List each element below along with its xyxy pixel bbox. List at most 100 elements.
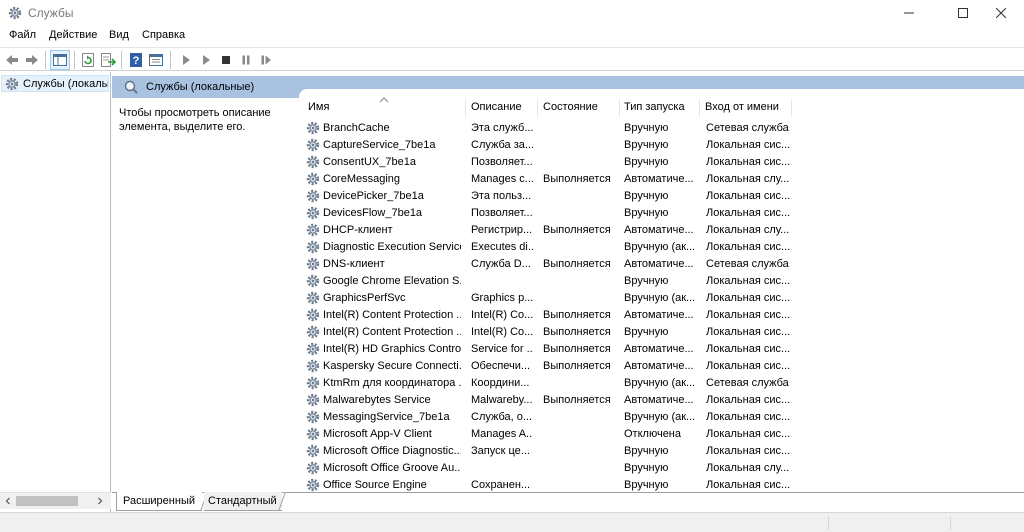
services-gear-icon <box>5 77 19 90</box>
service-startup-type: Вручную <box>624 462 669 474</box>
service-row[interactable]: CaptureService_7be1a Служба за... Вручную Л… <box>299 137 1005 154</box>
title-bar: Службы <box>0 0 1024 26</box>
menu-help[interactable]: Справка <box>142 29 185 41</box>
service-row[interactable]: Intel(R) HD Graphics Contro... Service fo… <box>299 341 1005 358</box>
description-pane: Чтобы просмотреть описание элемента, выд… <box>112 98 298 492</box>
service-description: Служба за... <box>471 139 533 151</box>
column-header-name[interactable]: Имя <box>303 97 463 119</box>
export-list-icon <box>101 53 116 67</box>
service-name: CaptureService_7be1a <box>323 139 436 151</box>
service-description: Intel(R) Co... <box>471 326 533 338</box>
stop-service-icon <box>222 56 230 64</box>
service-startup-type: Автоматиче... <box>624 309 694 321</box>
service-name: BranchCache <box>323 122 390 134</box>
service-logon-as: Локальная сис... <box>706 411 791 423</box>
export-list-button[interactable] <box>98 50 118 70</box>
service-logon-as: Локальная сис... <box>706 394 791 406</box>
status-bar-segment <box>950 516 951 530</box>
service-logon-as: Локальная сис... <box>706 428 791 440</box>
service-row[interactable]: Google Chrome Elevation S... Вручную Локал… <box>299 273 1005 290</box>
tab-extended[interactable]: Расширенный <box>116 492 202 511</box>
service-row[interactable]: DHCP-клиент Регистрир... Выполняется Автома… <box>299 222 1005 239</box>
stop-service-button[interactable] <box>216 50 236 70</box>
tree-item-local-services[interactable]: Службы (локалы <box>1 75 109 92</box>
service-startup-type: Вручную <box>624 156 669 168</box>
service-gear-icon <box>306 206 320 220</box>
service-row[interactable]: Microsoft Office Groove Au... Вручную Лока… <box>299 460 1005 477</box>
service-status: Выполняется <box>543 224 611 236</box>
start-service-button[interactable] <box>176 50 196 70</box>
service-row[interactable]: DNS-клиент Служба D... Выполняется Автомати… <box>299 256 1005 273</box>
service-description: Координи... <box>471 377 530 389</box>
service-status: Выполняется <box>543 309 611 321</box>
column-divider[interactable] <box>791 99 792 117</box>
service-row[interactable]: Microsoft App-V Client Manages A... Отключ… <box>299 426 1005 443</box>
start-service-alt-button[interactable] <box>196 50 216 70</box>
scroll-right-arrow-icon[interactable] <box>94 495 106 507</box>
service-startup-type: Автоматиче... <box>624 360 694 372</box>
console-tree-icon <box>53 54 67 66</box>
service-row[interactable]: Kaspersky Secure Connecti... Обеспечи... В… <box>299 358 1005 375</box>
service-gear-icon <box>306 172 320 186</box>
services-magnifier-icon <box>124 80 138 94</box>
service-row[interactable]: Malwarebytes Service Malwareby... Выполняе… <box>299 392 1005 409</box>
service-row[interactable]: Diagnostic Execution Service Executes di.… <box>299 239 1005 256</box>
service-logon-as: Локальная сис... <box>706 479 791 491</box>
column-header-status[interactable]: Состояние <box>538 97 618 119</box>
column-header-logon-as[interactable]: Вход от имени <box>700 97 790 119</box>
service-startup-type: Вручную <box>624 445 669 457</box>
service-row[interactable]: CoreMessaging Manages c... Выполняется Авто… <box>299 171 1005 188</box>
service-name: Diagnostic Execution Service <box>323 241 461 253</box>
menu-view[interactable]: Вид <box>109 29 129 41</box>
column-header-startup-type[interactable]: Тип запуска <box>619 97 699 119</box>
pause-service-button[interactable] <box>236 50 256 70</box>
refresh-button[interactable] <box>78 50 98 70</box>
service-gear-icon <box>306 461 320 475</box>
service-gear-icon <box>306 274 320 288</box>
service-row[interactable]: BranchCache Эта служб... Вручную Сетевая сл… <box>299 120 1005 137</box>
menu-file[interactable]: Файл <box>9 29 36 41</box>
toolbar-separator <box>74 51 75 69</box>
service-row[interactable]: Intel(R) Content Protection ... Intel(R) … <box>299 324 1005 341</box>
tree-horizontal-scrollbar[interactable] <box>0 492 111 509</box>
scroll-left-arrow-icon[interactable] <box>2 495 14 507</box>
close-button[interactable] <box>978 0 1024 26</box>
service-startup-type: Автоматиче... <box>624 394 694 406</box>
console-tree-button[interactable] <box>50 50 70 70</box>
service-row[interactable]: GraphicsPerfSvc Graphics p... Вручную (ак.… <box>299 290 1005 307</box>
service-gear-icon <box>306 223 320 237</box>
scrollbar-thumb[interactable] <box>16 496 78 506</box>
start-service-icon <box>183 55 190 65</box>
service-logon-as: Локальная сис... <box>706 156 791 168</box>
service-row[interactable]: Microsoft Office Diagnostic... Запуск це.… <box>299 443 1005 460</box>
service-startup-type: Автоматиче... <box>624 173 694 185</box>
service-row[interactable]: DevicePicker_7be1a Эта польз... Вручную Лок… <box>299 188 1005 205</box>
service-row[interactable]: DevicesFlow_7be1a Позволяет... Вручную Лока… <box>299 205 1005 222</box>
service-logon-as: Локальная слу... <box>706 173 790 185</box>
toolbar-separator <box>121 51 122 69</box>
service-row[interactable]: Intel(R) Content Protection ... Intel(R) … <box>299 307 1005 324</box>
service-row[interactable]: MessagingService_7be1a Служба, о... Вручну… <box>299 409 1005 426</box>
service-startup-type: Вручную <box>624 122 669 134</box>
toolbar-separator <box>45 51 46 69</box>
service-gear-icon <box>306 257 320 271</box>
service-gear-icon <box>306 342 320 356</box>
service-description: Обеспечи... <box>471 360 531 372</box>
service-logon-as: Сетевая служба <box>706 258 789 270</box>
back-button[interactable] <box>2 50 22 70</box>
service-row[interactable]: Office Source Engine Сохранен... Вручную Ло… <box>299 477 1005 492</box>
minimize-button[interactable] <box>886 0 932 26</box>
forward-arrow-icon <box>26 55 38 65</box>
forward-button[interactable] <box>22 50 42 70</box>
column-header-description[interactable]: Описание <box>466 97 536 119</box>
service-status: Выполняется <box>543 258 611 270</box>
restart-service-button[interactable] <box>256 50 276 70</box>
tab-standard[interactable]: Стандартный <box>204 492 282 511</box>
service-description: Intel(R) Co... <box>471 309 533 321</box>
help-button[interactable]: ? <box>126 50 146 70</box>
service-row[interactable]: ConsentUX_7be1a Позволяет... Вручную Локаль… <box>299 154 1005 171</box>
service-row[interactable]: KtmRm для координатора ... Координи... Вру… <box>299 375 1005 392</box>
menu-action[interactable]: Действие <box>49 29 97 41</box>
service-startup-type: Вручную (ак... <box>624 292 696 304</box>
properties-button[interactable] <box>146 50 166 70</box>
